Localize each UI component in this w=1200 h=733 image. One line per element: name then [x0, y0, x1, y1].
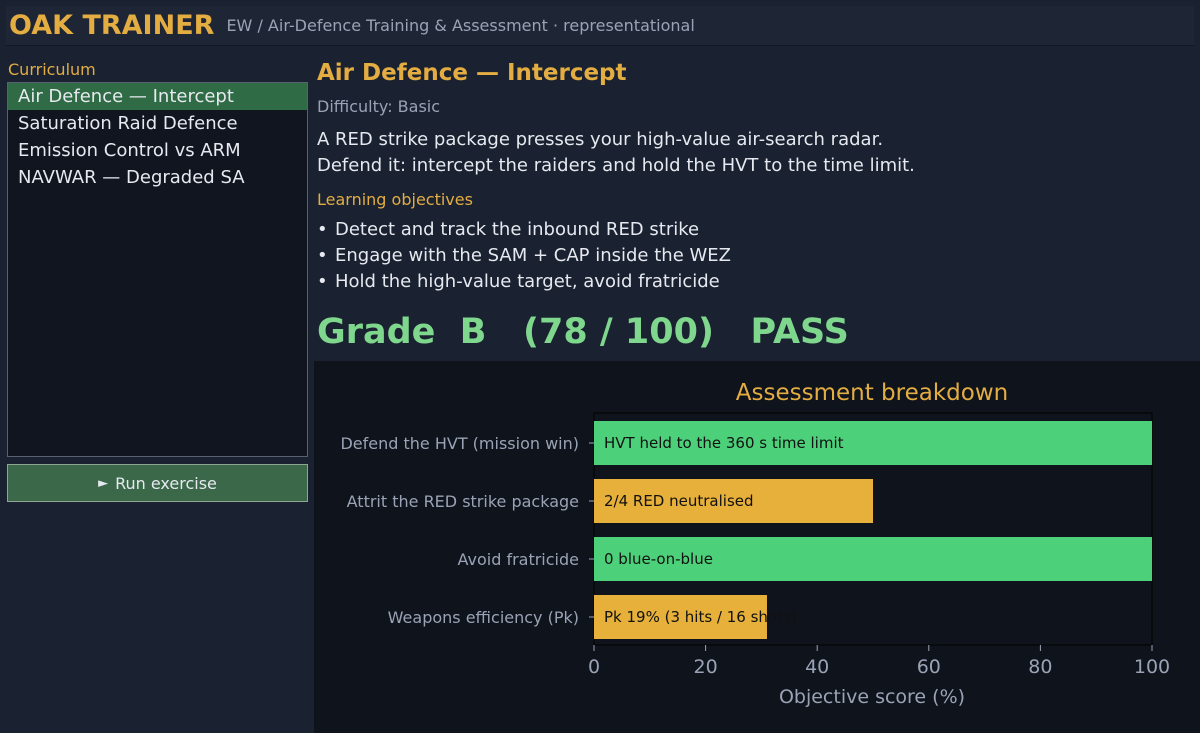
objective-text: Detect and track the inbound RED strike [335, 219, 700, 240]
curriculum-item-air-defence-intercept[interactable]: Air Defence — Intercept [8, 83, 307, 110]
objective-item: • Detect and track the inbound RED strike [317, 217, 731, 243]
exercise-title: Air Defence — Intercept [317, 60, 627, 86]
curriculum-item-emission-control-vs-arm[interactable]: Emission Control vs ARM [8, 137, 307, 164]
x-tick-label: 0 [588, 656, 600, 678]
x-tick-label: 80 [1028, 656, 1052, 678]
x-tick-label: 100 [1134, 656, 1170, 678]
difficulty-label: Difficulty: Basic [317, 97, 441, 116]
bullet-icon: • [317, 271, 328, 292]
bar-label: 2/4 RED neutralised [604, 492, 754, 510]
curriculum-list[interactable]: Air Defence — Intercept Saturation Raid … [7, 82, 308, 457]
run-exercise-label: Run exercise [115, 473, 217, 493]
bullet-icon: • [317, 219, 328, 240]
curriculum-item-navwar-degraded-sa[interactable]: NAVWAR — Degraded SA [8, 164, 307, 191]
grade-result: PASS [750, 312, 849, 352]
bullet-icon: • [317, 245, 328, 266]
bar-label: HVT held to the 360 s time limit [604, 434, 844, 452]
curriculum-item-saturation-raid-defence[interactable]: Saturation Raid Defence [8, 110, 307, 137]
assessment-breakdown-chart: Assessment breakdown HVT held to the 360… [340, 380, 1170, 708]
objectives-list: • Detect and track the inbound RED strike… [317, 217, 731, 295]
objective-text: Hold the high-value target, avoid fratri… [335, 271, 720, 292]
category-label: Defend the HVT (mission win) [340, 434, 579, 453]
chart-title: Assessment breakdown [736, 380, 1008, 406]
app-header: OAK TRAINER EW / Air-Defence Training & … [6, 6, 1194, 46]
objective-item: • Hold the high-value target, avoid fratr… [317, 269, 731, 295]
grade-summary: Grade B (78 / 100) PASS [317, 312, 849, 352]
curriculum-label: Curriculum [8, 60, 96, 79]
assessment-chart-panel: Assessment breakdown HVT held to the 360… [314, 361, 1200, 733]
grade-letter: B [459, 312, 487, 352]
category-label: Attrit the RED strike package [347, 492, 579, 511]
app-title: OAK TRAINER [9, 10, 215, 41]
x-tick-label: 60 [917, 656, 941, 678]
run-exercise-button[interactable]: ► Run exercise [7, 464, 308, 502]
x-tick-label: 20 [694, 656, 718, 678]
play-icon: ► [98, 475, 109, 491]
app-subtitle: EW / Air-Defence Training & Assessment ·… [226, 16, 695, 35]
category-label: Weapons efficiency (Pk) [388, 608, 579, 627]
exercise-description: A RED strike package presses your high-v… [317, 129, 915, 176]
objectives-heading: Learning objectives [317, 190, 473, 209]
bar-label: 0 blue-on-blue [604, 550, 713, 568]
objective-text: Engage with the SAM + CAP inside the WEZ [335, 245, 731, 266]
x-axis-label: Objective score (%) [779, 686, 965, 708]
grade-score: (78 / 100) [523, 312, 714, 352]
bar-label: Pk 19% (3 hits / 16 shots) [604, 608, 797, 626]
grade-label: Grade [317, 312, 436, 352]
x-tick-label: 40 [805, 656, 829, 678]
objective-item: • Engage with the SAM + CAP inside the WE… [317, 243, 731, 269]
category-label: Avoid fratricide [457, 550, 579, 569]
